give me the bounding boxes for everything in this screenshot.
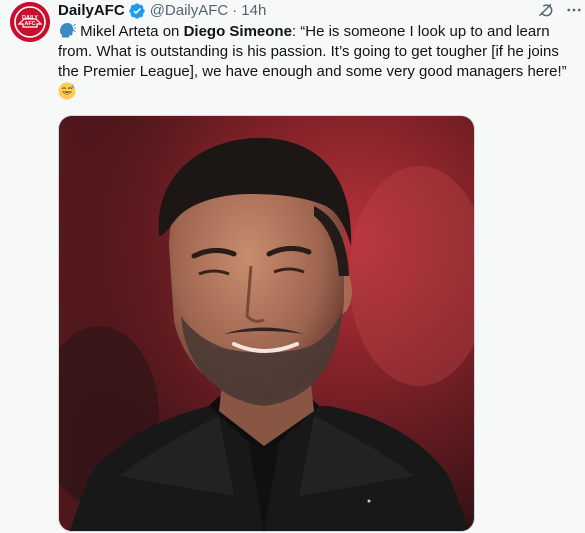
timestamp[interactable]: 14h	[241, 1, 266, 21]
photo	[59, 116, 474, 531]
speaking-head-emoji	[58, 21, 77, 39]
tweet-media-photo[interactable]	[58, 115, 475, 532]
svg-text:AFC: AFC	[24, 21, 35, 27]
dailyafc-logo: DAILY AFC	[10, 2, 50, 42]
separator-dot: ·	[232, 2, 238, 19]
display-name[interactable]: DailyAFC	[58, 1, 125, 21]
verified-badge-icon	[128, 2, 146, 20]
tweet-text-part1: Mikel Arteta on	[76, 23, 184, 40]
tweet-header: DailyAFC @DailyAFC · 14h	[58, 1, 266, 21]
tweet-text: Mikel Arteta on Diego Simeone: “He is so…	[58, 21, 580, 103]
sweat-smile-emoji	[58, 82, 76, 100]
handle[interactable]: @DailyAFC	[150, 1, 229, 21]
more-icon[interactable]	[563, 0, 585, 21]
tweet: DAILY AFC DailyAFC @DailyAFC · 14h Mikel…	[0, 0, 585, 533]
grok-icon[interactable]	[535, 0, 557, 21]
tweet-actions	[535, 0, 585, 20]
avatar[interactable]: DAILY AFC	[10, 2, 50, 42]
mention-name: Diego Simeone	[183, 23, 292, 40]
